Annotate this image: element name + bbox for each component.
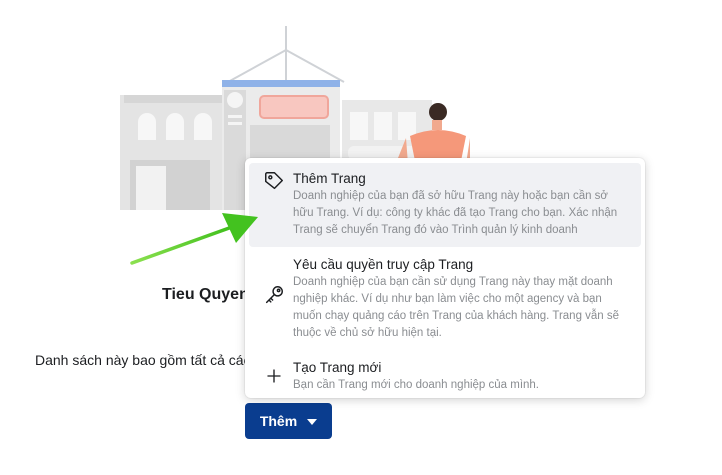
add-button-label: Thêm bbox=[259, 413, 298, 429]
menu-item-add-page[interactable]: Thêm Trang Doanh nghiệp của bạn đã sở hữ… bbox=[249, 163, 641, 247]
menu-item-request-access[interactable]: Yêu cầu quyền truy cập Trang Doanh nghiệ… bbox=[249, 249, 641, 350]
menu-item-description: Bạn cần Trang mới cho doanh nghiệp của m… bbox=[293, 379, 540, 391]
page-description: Danh sách này bao gồm tất cả các bbox=[35, 352, 251, 368]
menu-item-create-page[interactable]: Tạo Trang mới Bạn cần Trang mới cho doan… bbox=[249, 352, 641, 402]
page-title: Tieu Quyen bbox=[162, 286, 249, 303]
plus-icon bbox=[259, 359, 289, 385]
tag-icon bbox=[259, 170, 289, 192]
menu-item-description: Doanh nghiệp của bạn đã sở hữu Trang này… bbox=[293, 190, 618, 236]
green-arrow-annotation bbox=[130, 213, 258, 265]
caret-down-icon bbox=[307, 419, 318, 425]
add-page-dropdown: Thêm Trang Doanh nghiệp của bạn đã sở hữ… bbox=[245, 158, 645, 398]
menu-item-title: Tạo Trang mới bbox=[293, 360, 382, 375]
menu-item-title: Yêu cầu quyền truy cập Trang bbox=[293, 257, 474, 272]
menu-item-title: Thêm Trang bbox=[293, 171, 366, 186]
menu-item-description: Doanh nghiệp của bạn cần sử dụng Trang n… bbox=[293, 276, 620, 339]
add-button[interactable]: Thêm bbox=[245, 403, 332, 439]
